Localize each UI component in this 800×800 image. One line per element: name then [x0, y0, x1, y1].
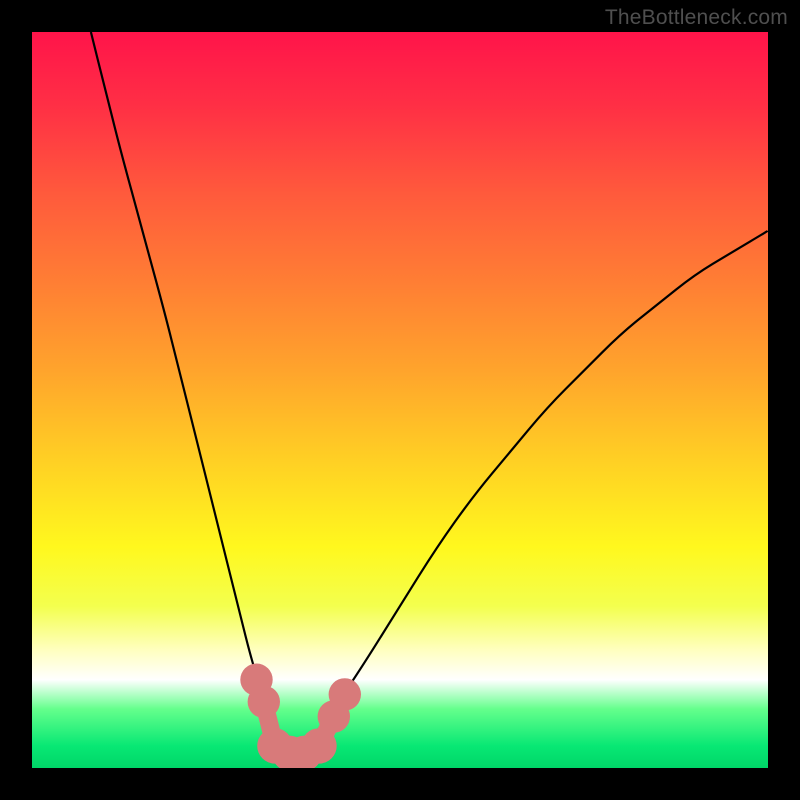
plot-area — [32, 32, 768, 768]
watermark-text: TheBottleneck.com — [605, 6, 788, 30]
curve-markers — [240, 664, 361, 769]
marker-right-2 — [329, 678, 361, 710]
bottleneck-curve-path — [91, 32, 768, 753]
marker-trough-4 — [301, 728, 336, 763]
marker-left-2 — [248, 686, 280, 718]
curve-group — [91, 32, 768, 768]
curve-svg — [32, 32, 768, 768]
chart-frame: TheBottleneck.com — [0, 0, 800, 800]
